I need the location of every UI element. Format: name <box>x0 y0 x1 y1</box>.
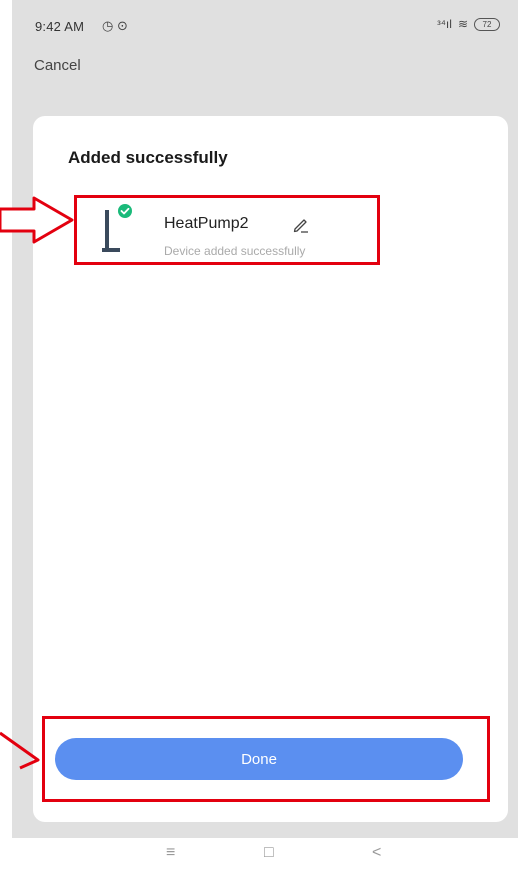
status-icons: ᵌ⁴ıl ≋ 72 <box>437 17 500 31</box>
check-circle-icon <box>118 204 132 218</box>
cancel-button[interactable]: Cancel <box>34 57 81 74</box>
device-name: HeatPump2 <box>164 215 249 232</box>
done-button[interactable]: Done <box>55 738 463 780</box>
menu-icon[interactable]: ≡ <box>166 844 175 862</box>
alarm-icon: ◷ ⊙ <box>102 18 128 33</box>
battery-icon: 72 <box>474 17 500 31</box>
home-icon[interactable]: □ <box>264 844 274 862</box>
signal-icon: ᵌ⁴ıl <box>436 17 452 31</box>
device-status: Device added successfully <box>164 244 306 258</box>
success-dialog: Added successfully HeatPump2 Device adde… <box>33 116 508 822</box>
heat-pump-icon <box>102 204 132 252</box>
wifi-icon: ≋ <box>457 17 468 31</box>
app-screen: 9:42 AM ◷ ⊙ ᵌ⁴ıl ≋ 72 Cancel Added succe… <box>12 0 518 838</box>
battery-level: 72 <box>482 19 492 29</box>
system-nav-bar: ≡ □ < <box>0 838 518 872</box>
dialog-title: Added successfully <box>68 148 228 167</box>
status-bar: 9:42 AM ◷ ⊙ ᵌ⁴ıl ≋ 72 <box>12 0 518 52</box>
edit-pencil-icon[interactable] <box>292 216 310 234</box>
status-time: 9:42 AM <box>35 19 85 34</box>
annotation-arrow-icon <box>0 731 40 770</box>
annotation-arrow-icon <box>0 196 74 244</box>
device-list-item[interactable]: HeatPump2 Device added successfully <box>88 196 382 266</box>
back-icon[interactable]: < <box>372 844 381 862</box>
